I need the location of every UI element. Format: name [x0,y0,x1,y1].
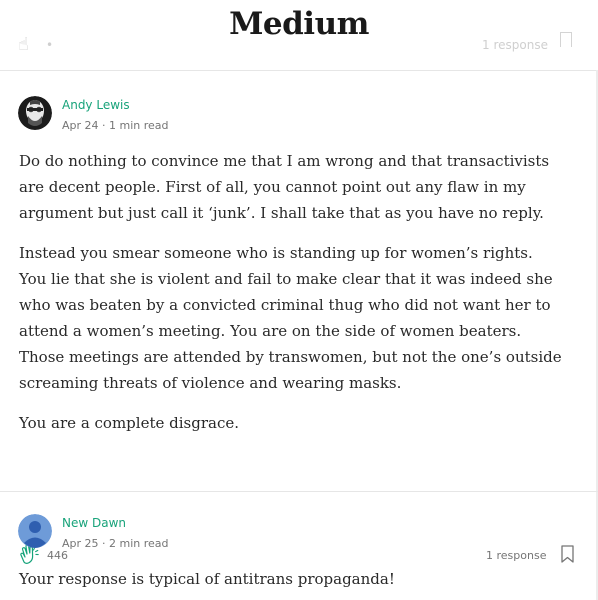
paragraph: Do do nothing to convince me that I am w… [19,152,550,222]
card-divider [0,491,598,492]
author-name-link[interactable]: New Dawn [62,516,126,530]
author-name-link[interactable]: Andy Lewis [62,98,130,112]
medium-logo[interactable]: Medium [0,6,598,42]
author-avatar[interactable] [18,96,52,130]
response-count-link[interactable]: 1 response [486,549,546,562]
clap-count[interactable]: 446 [47,549,68,562]
avatar-photo-icon [18,96,52,130]
paragraph: Instead you smear someone who is standin… [19,244,562,392]
post-meta[interactable]: Apr 24 · 1 min read [62,119,169,132]
header-divider [0,70,598,71]
default-avatar-icon [18,514,52,548]
bookmark-icon[interactable] [561,545,574,567]
post-meta[interactable]: Apr 25 · 2 min read [62,537,169,550]
author-avatar[interactable] [18,514,52,548]
paragraph: Your response is typical of antitrans pr… [19,570,395,588]
paragraph: You are a complete disgrace. [19,414,239,432]
